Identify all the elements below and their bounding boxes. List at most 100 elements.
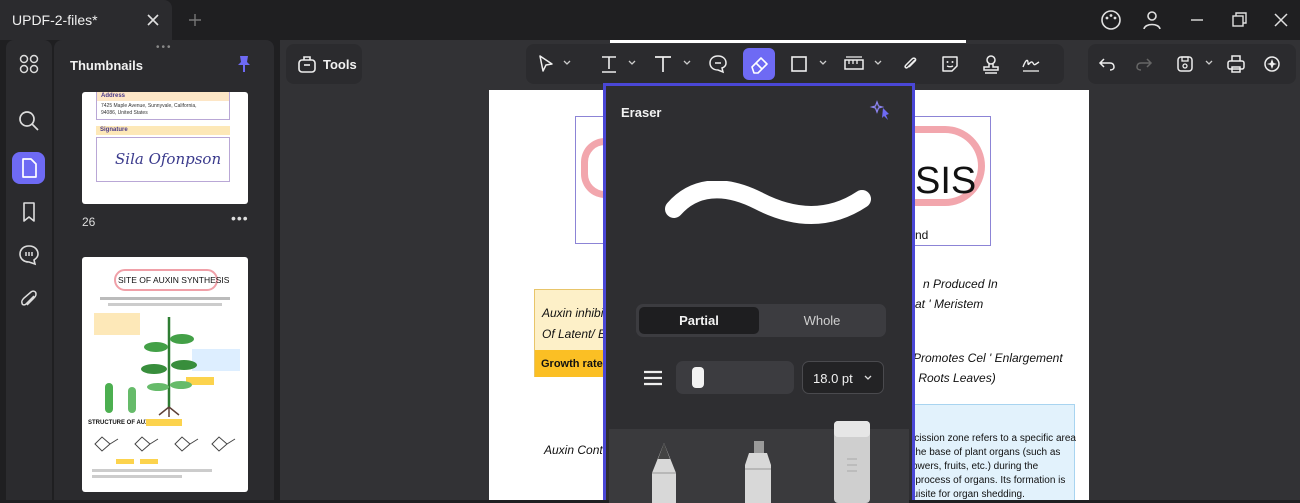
- plus-icon[interactable]: [186, 11, 204, 29]
- size-dropdown[interactable]: 18.0 pt: [802, 361, 884, 394]
- thumb-title: SITE OF AUXIN SYNTHESIS: [118, 275, 230, 285]
- pin-sparkle-icon[interactable]: [869, 100, 893, 122]
- chevron-down-icon[interactable]: [682, 58, 692, 68]
- panel-title: Thumbnails: [70, 58, 143, 73]
- chevron-down-icon[interactable]: [1204, 58, 1214, 68]
- text-icon[interactable]: [652, 53, 674, 75]
- address-label: Address: [101, 93, 126, 99]
- close-window-icon[interactable]: [1270, 9, 1292, 31]
- pin-icon[interactable]: [234, 54, 254, 74]
- document-tab[interactable]: UPDF-2-files*: [0, 0, 172, 40]
- restore-icon[interactable]: [1229, 9, 1251, 31]
- palette-icon[interactable]: [1100, 9, 1122, 31]
- page-number: 26: [82, 215, 96, 229]
- thumbnails-panel: ••• Thumbnails Address 7425 Maple Avenue…: [54, 40, 274, 500]
- undo-icon[interactable]: [1096, 53, 1118, 75]
- file-toolbar: [1088, 44, 1296, 84]
- tool-tray: [609, 421, 909, 503]
- signature-text: Sila Ofonpson: [115, 150, 222, 168]
- thumb-text-line: [100, 297, 230, 300]
- eraser-title: Eraser: [621, 105, 662, 120]
- info-box: iscission zone refers to a specific area…: [901, 403, 1076, 500]
- signature-label: Signature: [100, 127, 128, 133]
- left-rail: [6, 40, 52, 500]
- sticky-text: Of Latent/ B: [542, 327, 607, 341]
- size-slider[interactable]: [676, 361, 794, 394]
- growth-label-bar: Growth rate sl: [535, 350, 615, 377]
- sticky-text: Auxin inhibit: [542, 306, 607, 320]
- heading-sub-fragment: nd: [915, 228, 929, 242]
- more-options-icon[interactable]: •••: [231, 210, 249, 226]
- measure-icon[interactable]: [843, 53, 865, 75]
- doc-text: Auxin Contr: [544, 443, 607, 457]
- bookmark-icon[interactable]: [16, 199, 42, 225]
- size-value: 18.0 pt: [813, 371, 853, 386]
- tools-button[interactable]: Tools: [286, 44, 362, 84]
- marker-icon[interactable]: [739, 439, 777, 503]
- info-line: t the base of plant organs (such as: [907, 447, 1061, 458]
- chevron-down-icon[interactable]: [873, 58, 883, 68]
- doc-text: at ' Meristem: [915, 297, 984, 311]
- drag-handle[interactable]: •••: [156, 42, 173, 53]
- sticker-icon[interactable]: [939, 53, 961, 75]
- ai-assistant-icon[interactable]: [1261, 53, 1283, 75]
- thumb-highlight: [140, 459, 158, 464]
- tab-title: UPDF-2-files*: [12, 12, 98, 28]
- text-underline-icon[interactable]: [598, 53, 620, 75]
- page-edge: [610, 40, 966, 43]
- signature-icon[interactable]: [1020, 53, 1042, 75]
- print-icon[interactable]: [1225, 53, 1247, 75]
- info-line: quisite for organ shedding.: [907, 489, 1025, 500]
- info-line: flowers, fruits, etc.) during the: [907, 461, 1039, 472]
- comment-icon[interactable]: [16, 242, 42, 268]
- save-icon[interactable]: [1174, 53, 1196, 75]
- eraser-icon[interactable]: [748, 53, 770, 75]
- search-icon[interactable]: [16, 108, 42, 134]
- eraser-panel: Eraser Partial Whole 18.0 pt: [603, 83, 915, 503]
- mode-partial-button[interactable]: Partial: [639, 307, 759, 334]
- chevron-down-icon[interactable]: [627, 58, 637, 68]
- info-line: iscission zone refers to a specific area: [907, 433, 1076, 444]
- comment-bubble-icon[interactable]: [707, 53, 729, 75]
- minimize-icon[interactable]: [1186, 9, 1208, 31]
- select-icon[interactable]: [535, 53, 557, 75]
- stroke-preview: [665, 181, 871, 224]
- chevron-down-icon[interactable]: [818, 58, 828, 68]
- title-bar: UPDF-2-files*: [0, 0, 1300, 40]
- address-line-2: 94086, United States: [101, 110, 148, 116]
- doc-text: s Roots Leaves): [909, 371, 996, 385]
- toolbox-icon: [298, 56, 316, 73]
- sticky-note: Auxin inhibit Of Latent/ B Growth rate s…: [534, 289, 615, 377]
- tools-label: Tools: [323, 57, 357, 72]
- user-icon[interactable]: [1141, 9, 1163, 31]
- eraser-mode-toggle: Partial Whole: [636, 304, 886, 337]
- annotation-toolbar: [526, 44, 1064, 84]
- page-thumbnail-25[interactable]: Address 7425 Maple Avenue, Sunnyvale, Ca…: [82, 92, 248, 204]
- mode-whole-button[interactable]: Whole: [761, 307, 883, 334]
- page-thumbnail-26[interactable]: SITE OF AUXIN SYNTHESIS STRUCTURE OF AUX…: [82, 257, 248, 492]
- cactus-illustration: [128, 387, 136, 413]
- grid-icon[interactable]: [16, 51, 42, 77]
- address-line-1: 7425 Maple Avenue, Sunnyvale, California…: [101, 103, 197, 109]
- thumb-text-line: [92, 469, 212, 472]
- signature-bar: Signature: [96, 126, 230, 135]
- address-box: Address 7425 Maple Avenue, Sunnyvale, Ca…: [96, 92, 230, 120]
- redo-icon[interactable]: [1133, 53, 1155, 75]
- slider-handle[interactable]: [692, 367, 704, 388]
- attachment-icon[interactable]: [899, 53, 921, 75]
- eraser-tool-icon[interactable]: [831, 419, 873, 503]
- doc-text: n Produced In: [923, 277, 998, 291]
- molecule-illustration: [94, 436, 236, 452]
- signature-box: Sila Ofonpson: [96, 137, 230, 182]
- doc-text: Promotes Cel ' Enlargement: [913, 351, 1063, 365]
- chevron-down-icon: [864, 375, 872, 380]
- pencil-icon[interactable]: [647, 441, 681, 503]
- pages-icon[interactable]: [16, 155, 42, 181]
- attachment-icon[interactable]: [16, 287, 42, 313]
- rectangle-icon[interactable]: [788, 53, 810, 75]
- stamp-icon[interactable]: [980, 53, 1002, 75]
- heading-fragment: SIS: [915, 160, 977, 202]
- chevron-down-icon[interactable]: [562, 58, 572, 68]
- cactus-illustration: [105, 383, 113, 413]
- close-icon[interactable]: [144, 11, 162, 29]
